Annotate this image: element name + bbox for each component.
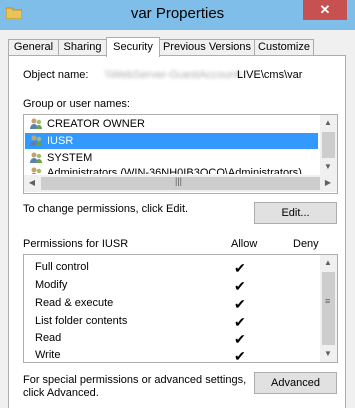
scroll-thumb[interactable]: ||| [41,176,320,190]
users-icon [30,152,42,163]
window-title: var Properties [130,5,225,22]
permissions-vertical-scrollbar[interactable]: ▲ ≡ ▼ [320,255,337,362]
scroll-left-icon[interactable]: ◀ [24,175,40,191]
close-button[interactable]: ✕ [303,0,347,20]
advanced-hint-line1: For special permissions or advanced sett… [23,374,247,386]
scroll-right-icon[interactable]: ▶ [320,175,336,191]
permissions-listbox[interactable]: Full control ✔ Modify ✔ Read & execute ✔… [23,254,338,363]
permission-name: Write [35,349,61,361]
security-tab-page: Object name: \\WebServer-GuestAccount\ L… [8,55,346,408]
scroll-up-icon[interactable]: ▲ [320,255,336,271]
tab-previous-versions[interactable]: Previous Versions [159,39,255,56]
permission-name: List folder contents [35,315,128,327]
group-item-label: IUSR [47,135,74,147]
groups-vertical-scrollbar[interactable]: ▲ ▼ [320,115,337,175]
permission-row: Full control [35,259,89,275]
group-item-label: SYSTEM [47,152,93,164]
advanced-button[interactable]: Advanced [254,372,337,394]
group-item-label: Administrators (WIN-36NH0IB3OCO\Administ… [47,167,302,174]
scroll-thumb[interactable]: ≡ [322,272,335,345]
group-item-administrators[interactable]: Administrators (WIN-36NH0IB3OCO\Administ… [25,165,318,174]
group-item-creator-owner[interactable]: CREATOR OWNER [25,116,318,132]
deny-header: Deny [293,238,319,250]
allow-check-icon: ✔ [234,278,246,294]
allow-check-icon: ✔ [234,260,246,276]
tab-sharing[interactable]: Sharing [58,39,107,56]
groups-horizontal-scrollbar[interactable]: ◀ ||| ▶ [24,175,337,192]
permission-row: Read & execute [35,295,113,311]
allow-check-icon: ✔ [234,348,246,363]
users-icon [30,135,42,146]
change-permissions-hint: To change permissions, click Edit. [23,203,189,215]
allow-check-icon: ✔ [234,314,246,330]
groups-listbox[interactable]: CREATOR OWNER IUSR SYSTEM Administrators… [23,114,338,194]
scroll-down-icon[interactable]: ▼ [320,346,336,362]
permission-name: Read & execute [35,297,114,309]
group-item-system[interactable]: SYSTEM [25,150,318,166]
tab-security[interactable]: Security [106,37,160,57]
permission-row: Read [35,330,61,346]
object-name-blurred: \\WebServer-GuestAccount\ [105,69,242,81]
tab-customize[interactable]: Customize [254,39,314,56]
permission-row: Write [35,347,61,362]
edit-button[interactable]: Edit... [254,202,337,224]
close-icon: ✕ [319,2,331,17]
groups-label: Group or user names: [23,98,130,110]
permission-row: Modify [35,277,67,293]
users-icon [30,118,42,129]
object-name-value: LIVE\cms\var [237,69,303,81]
permissions-label: Permissions for IUSR [23,238,129,250]
advanced-hint-line2: click Advanced. [23,387,99,399]
permission-name: Full control [35,261,89,273]
scroll-up-icon[interactable]: ▲ [320,115,336,131]
allow-check-icon: ✔ [234,331,246,347]
tab-general[interactable]: General [8,39,59,56]
allow-check-icon: ✔ [234,296,246,312]
scroll-thumb[interactable] [322,132,335,158]
object-name-label: Object name: [23,69,89,81]
permission-name: Modify [35,279,68,291]
allow-header: Allow [231,238,258,250]
group-item-iusr[interactable]: IUSR [25,133,318,149]
scroll-down-icon[interactable]: ▼ [320,159,336,175]
permission-name: Read [35,332,62,344]
title-bar: var Properties ✕ [0,0,355,30]
users-icon [31,167,42,174]
permission-row: List folder contents [35,313,127,329]
group-item-label: CREATOR OWNER [47,118,145,130]
